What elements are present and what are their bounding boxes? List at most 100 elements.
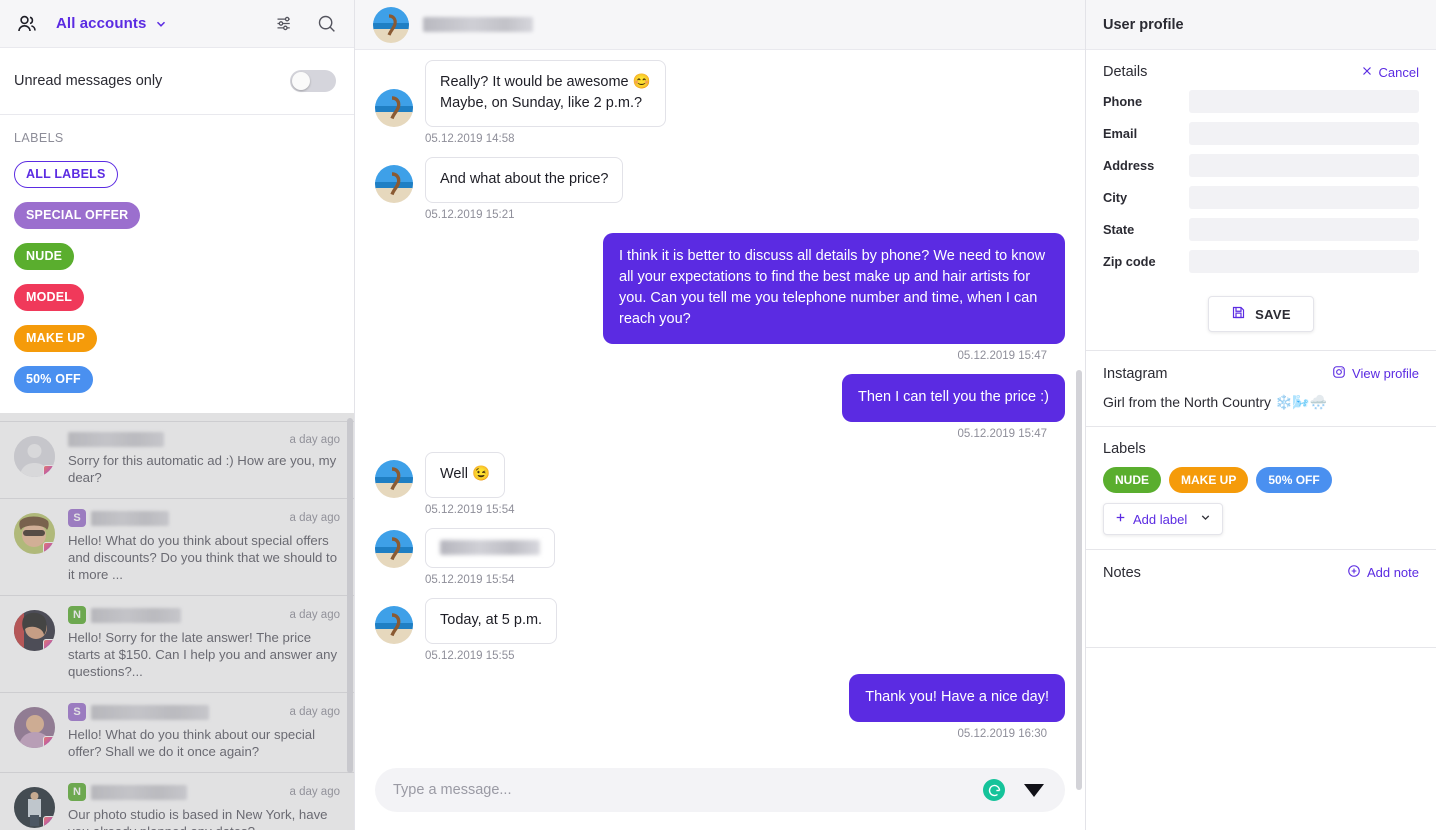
unread-toggle[interactable] — [290, 70, 336, 92]
conversation-list-item[interactable]: to make your day br... — [0, 413, 354, 422]
profile-field-row: Address — [1103, 154, 1419, 177]
conversation-snippet: Hello! Sorry for the late answer! The pr… — [68, 630, 338, 679]
label-chip[interactable]: 50% OFF — [14, 366, 93, 393]
message-bubble[interactable]: Really? It would be awesome 😊 Maybe, on S… — [425, 60, 666, 127]
profile-field-input[interactable] — [1189, 90, 1419, 113]
labels-title: Labels — [1103, 441, 1146, 457]
conversation-timestamp: a day ago — [289, 609, 340, 621]
message-bubble[interactable]: I think it is better to discuss all deta… — [603, 233, 1065, 344]
message-input[interactable] — [393, 782, 983, 798]
message-bubble[interactable]: Then I can tell you the price :) — [841, 374, 1065, 422]
conversation-list-wrapper[interactable]: to make your day br... a day ago Sorry for… — [0, 413, 354, 830]
avatar-column — [14, 432, 68, 486]
add-label-text: Add label — [1133, 511, 1188, 527]
message-row: I think it is better to discuss all deta… — [375, 233, 1065, 344]
account-initial-badge: N — [68, 783, 86, 801]
conversation-identity: S — [68, 509, 169, 527]
add-note-button[interactable]: Add note — [1347, 564, 1419, 581]
message-composer — [355, 758, 1085, 830]
profile-field-input[interactable] — [1189, 122, 1419, 145]
conversation-list-item[interactable]: Na day ago Our photo studio is based in N… — [0, 773, 354, 830]
conversation-username-redacted — [91, 607, 181, 623]
avatar-column — [14, 783, 68, 830]
avatar-column — [14, 606, 68, 680]
view-profile-button[interactable]: View profile — [1332, 365, 1419, 382]
label-chip[interactable]: ALL LABELS — [14, 161, 118, 188]
message-bubble[interactable]: Today, at 5 p.m. — [425, 598, 558, 644]
label-chip[interactable]: MAKE UP — [14, 325, 98, 352]
conversation-username-redacted — [91, 510, 169, 526]
message-row: Then I can tell you the price :) — [375, 374, 1065, 422]
conversation-body: a day ago Sorry for this automatic ad :) … — [68, 432, 340, 486]
conversation-list[interactable]: to make your day br... a day ago Sorry for… — [0, 413, 354, 830]
notes-title: Notes — [1103, 564, 1141, 581]
conversation-snippet: Sorry for this automatic ad :) How are y… — [68, 453, 337, 485]
conversation-header: Sa day ago — [68, 703, 340, 721]
conversation-list-item[interactable]: a day ago Sorry for this automatic ad :) … — [0, 422, 354, 499]
conversation-list-item[interactable]: Sa day ago Hello! What do you think about… — [0, 499, 354, 596]
profile-field-input[interactable] — [1189, 154, 1419, 177]
add-label-button[interactable]: Add label — [1103, 503, 1223, 535]
account-initial-badge: N — [68, 606, 86, 624]
conversation-list-scrollbar[interactable] — [347, 418, 353, 773]
details-field-list: Phone Email Address City State Zip code — [1103, 90, 1419, 273]
avatar — [14, 513, 55, 554]
labels-section: Labels NUDE MAKE UP 50% OFF Add label — [1086, 427, 1436, 550]
message-bubble[interactable]: Thank you! Have a nice day! — [849, 674, 1065, 722]
profile-panel-title: User profile — [1086, 0, 1436, 50]
conversation-list-item[interactable]: Sa day ago Hello! What do you think about… — [0, 693, 354, 773]
composer-inner — [375, 768, 1065, 812]
chevron-down-icon[interactable] — [154, 17, 168, 31]
label-chip[interactable]: SPECIAL OFFER — [14, 202, 141, 229]
save-button[interactable]: SAVE — [1208, 296, 1314, 332]
sliders-icon[interactable] — [270, 10, 298, 38]
label-chip-list: ALL LABELS SPECIAL OFFER NUDE MODEL MAKE UP 5… — [14, 161, 340, 407]
message-text-line: Really? It would be awesome 😊 — [440, 74, 651, 90]
message-text-line: Thank you! Have a nice day! — [865, 689, 1049, 705]
grammarly-icon[interactable] — [983, 779, 1005, 801]
conversation-header: a day ago — [68, 432, 340, 447]
cancel-label: Cancel — [1378, 64, 1419, 80]
assigned-label-chip[interactable]: 50% OFF — [1256, 467, 1332, 493]
chat-header — [355, 0, 1085, 50]
label-chip[interactable]: NUDE — [14, 243, 75, 270]
send-icon[interactable] — [1021, 777, 1047, 803]
avatar[interactable] — [373, 6, 409, 43]
message-row: Today, at 5 p.m. — [375, 598, 1065, 644]
instagram-icon — [1332, 365, 1346, 382]
accounts-selector-label[interactable]: All accounts — [56, 15, 146, 32]
message-timestamp: 05.12.2019 15:55 — [425, 650, 515, 662]
message-bubble[interactable]: Well 😉 — [425, 452, 506, 498]
conversation-timestamp: a day ago — [289, 786, 340, 798]
search-icon[interactable] — [312, 10, 340, 38]
label-chip[interactable]: MODEL — [14, 284, 85, 311]
conversation-timestamp: a day ago — [289, 433, 340, 446]
message-bubble[interactable]: And what about the price? — [425, 157, 624, 203]
message-bubble[interactable] — [425, 528, 555, 568]
message-row — [375, 528, 1065, 568]
add-note-label: Add note — [1366, 565, 1419, 580]
conversation-snippet: Hello! What do you think about special o… — [68, 533, 338, 582]
unread-messages-filter-row[interactable]: Unread messages only — [0, 48, 354, 115]
conversation-body: Sa day ago Hello! What do you think about… — [68, 509, 340, 583]
instagram-section-header: Instagram View profile — [1103, 365, 1419, 382]
chat-contact-name — [423, 17, 533, 32]
cancel-button[interactable]: Cancel — [1361, 65, 1419, 80]
assigned-label-chip[interactable]: MAKE UP — [1169, 467, 1249, 493]
app-root: All accounts Unread messages only LABELS… — [0, 0, 1436, 830]
chat-scrollbar[interactable] — [1076, 370, 1082, 790]
profile-field-input[interactable] — [1189, 186, 1419, 209]
account-initial-badge: S — [68, 509, 86, 527]
instagram-section: Instagram View profile Girl from the Nor… — [1086, 351, 1436, 427]
message-text-line: And what about the price? — [440, 171, 609, 187]
profile-field-label: State — [1103, 222, 1135, 237]
save-label: SAVE — [1255, 306, 1291, 322]
assigned-label-chip[interactable]: NUDE — [1103, 467, 1162, 493]
avatar — [375, 530, 413, 568]
profile-field-input[interactable] — [1189, 250, 1419, 273]
conversation-list-item[interactable]: Na day ago Hello! Sorry for the late answ… — [0, 596, 354, 693]
profile-field-input[interactable] — [1189, 218, 1419, 241]
profile-field-label: City — [1103, 190, 1128, 205]
avatar — [14, 610, 55, 651]
conversation-identity: N — [68, 783, 187, 801]
